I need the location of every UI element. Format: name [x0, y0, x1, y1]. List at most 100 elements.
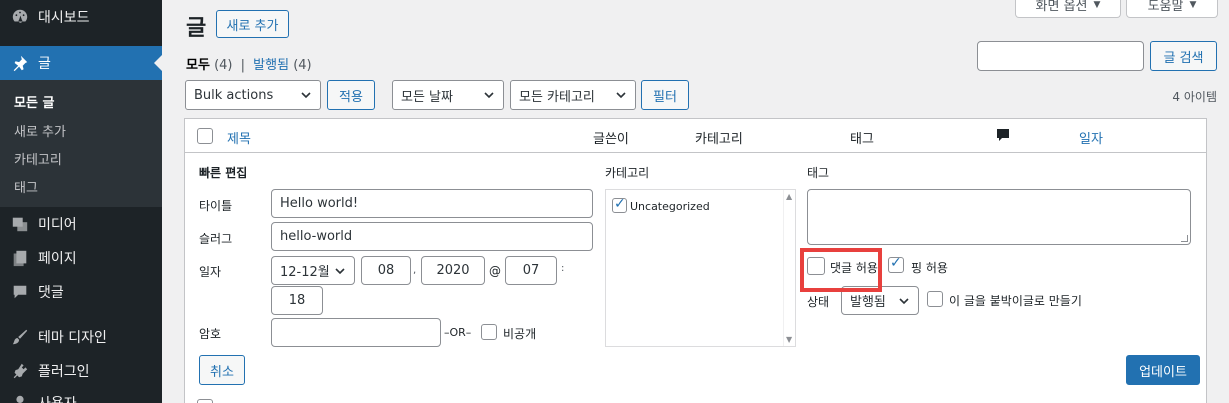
cancel-button[interactable]: 취소 [199, 355, 245, 385]
help-button[interactable]: 도움말 ▼ [1126, 0, 1218, 18]
posts-submenu: 모든 글 새로 추가 카테고리 태그 [0, 80, 162, 207]
title-label: 타이틀 [199, 199, 233, 213]
sidebar-item-comments[interactable]: 댓글 [0, 275, 162, 309]
sticky-checkbox[interactable] [927, 291, 943, 307]
sidebar-label-comments: 댓글 [38, 285, 64, 301]
tags-heading: 태그 [807, 166, 830, 180]
dashboard-icon [10, 7, 30, 27]
post-slug-input[interactable]: hello-world [271, 222, 593, 251]
sidebar-item-posts[interactable]: 글 [0, 46, 162, 80]
search-input[interactable] [977, 41, 1144, 71]
column-author: 글쓴이 [593, 132, 629, 147]
scroll-down-icon[interactable]: ▼ [786, 335, 792, 344]
filter-published[interactable]: 발행됨 [253, 58, 289, 73]
tags-textarea[interactable] [807, 189, 1191, 245]
private-checkbox[interactable] [481, 324, 497, 340]
year-input[interactable]: 2020 [421, 256, 485, 285]
categories-checklist: Uncategorized ▲ ▼ [605, 189, 796, 347]
screen-options-button[interactable]: 화면 옵션 ▼ [1015, 0, 1121, 18]
chevron-down-icon [300, 89, 312, 104]
triangle-down-icon: ▼ [1189, 0, 1197, 10]
scroll-up-icon[interactable]: ▲ [786, 192, 792, 201]
sidebar-label-appearance: 테마 디자인 [38, 330, 107, 346]
time-colon: : [561, 263, 565, 274]
category-checkbox[interactable] [612, 196, 627, 213]
sticky-label: 이 글을 붙박이글로 만들기 [949, 294, 1082, 308]
pushpin-icon [10, 53, 30, 73]
sidebar-item-plugins[interactable]: 플러그인 [0, 354, 162, 388]
quick-edit-heading: 빠른 편집 [199, 166, 248, 180]
submenu-add-new[interactable]: 새로 추가 [14, 121, 66, 140]
sidebar-item-users[interactable]: 사용자 [0, 386, 162, 403]
highlight-annotation-box [800, 248, 882, 292]
search-posts-button[interactable]: 글 검색 [1150, 41, 1217, 71]
table-header: 제목 글쓴이 카테고리 태그 일자 [185, 119, 1206, 153]
post-status-filter: 모두 (4) | 발행됨 (4) [186, 54, 312, 73]
plugin-icon [10, 361, 30, 381]
date-comma: , [413, 265, 417, 276]
filter-all[interactable]: 모두 [186, 58, 210, 73]
chevron-down-icon [483, 89, 495, 104]
bulk-actions-select[interactable]: Bulk actions [185, 80, 321, 110]
media-icon [10, 214, 30, 234]
sidebar-label-posts: 글 [38, 56, 51, 72]
password-label: 암호 [199, 327, 222, 341]
filter-button[interactable]: 필터 [641, 80, 689, 110]
help-label: 도움말 [1147, 0, 1184, 14]
chevron-down-icon [334, 265, 346, 280]
post-title-input[interactable]: Hello world! [271, 189, 593, 218]
date-filter-value: 모든 날짜 [401, 89, 453, 105]
allow-pings-label: 핑 허용 [911, 261, 948, 275]
sidebar-item-appearance[interactable]: 테마 디자인 [0, 320, 162, 354]
month-select[interactable]: 12-12월 [271, 256, 355, 285]
sidebar-item-media[interactable]: 미디어 [0, 207, 162, 241]
bulk-actions-value: Bulk actions [194, 87, 274, 103]
sidebar-label-users: 사용자 [38, 393, 77, 403]
column-date[interactable]: 일자 [1079, 128, 1103, 147]
items-count: 4 아이템 [1172, 90, 1217, 104]
column-categories: 카테고리 [695, 132, 743, 147]
password-input[interactable] [271, 318, 441, 347]
submenu-tags[interactable]: 태그 [14, 177, 38, 196]
category-filter-value: 모든 카테고리 [519, 89, 595, 105]
day-input[interactable]: 08 [361, 256, 411, 285]
categories-scrollbar[interactable]: ▲ ▼ [783, 190, 795, 346]
private-label: 비공개 [503, 327, 537, 341]
apply-button[interactable]: 적용 [327, 80, 375, 110]
status-label: 상태 [807, 295, 830, 309]
status-value: 발행됨 [850, 295, 886, 310]
at-symbol: @ [489, 264, 501, 278]
sidebar-label-dashboard: 대시보드 [38, 10, 90, 26]
comment-icon [10, 282, 30, 302]
sidebar-label-media: 미디어 [38, 217, 77, 233]
categories-heading: 카테고리 [605, 166, 650, 180]
paintbrush-icon [10, 327, 30, 347]
posts-table: 제목 글쓴이 카테고리 태그 일자 빠른 편집 타이틀 Hello world!… [184, 118, 1207, 403]
column-title[interactable]: 제목 [227, 128, 251, 147]
select-all-checkbox[interactable] [197, 128, 213, 144]
chevron-down-icon [615, 89, 627, 104]
date-filter-select[interactable]: 모든 날짜 [392, 80, 504, 110]
comment-bubble-icon[interactable] [995, 127, 1011, 147]
main-content: 화면 옵션 ▼ 도움말 ▼ 글 새로 추가 모두 (4) | 발행됨 (4) 글… [162, 0, 1229, 403]
hour-input[interactable]: 07 [505, 256, 557, 285]
date-label: 일자 [199, 265, 222, 279]
update-button[interactable]: 업데이트 [1126, 355, 1200, 385]
sidebar-item-pages[interactable]: 페이지 [0, 241, 162, 275]
category-filter-select[interactable]: 모든 카테고리 [510, 80, 636, 110]
filter-published-count: (4) [293, 58, 312, 73]
sidebar-item-dashboard[interactable]: 대시보드 [0, 0, 162, 34]
screen-options-label: 화면 옵션 [1035, 0, 1088, 14]
slug-label: 슬러그 [199, 232, 233, 246]
minute-input[interactable]: 18 [271, 286, 323, 315]
submenu-categories[interactable]: 카테고리 [14, 149, 62, 168]
row-checkbox[interactable] [197, 399, 213, 403]
allow-pings-checkbox[interactable] [888, 255, 904, 273]
admin-sidebar: 대시보드 글 모든 글 새로 추가 카테고리 태그 미디어 페이지 댓글 테마 … [0, 0, 162, 403]
submenu-all-posts[interactable]: 모든 글 [14, 92, 54, 111]
category-label: Uncategorized [630, 200, 710, 213]
or-text: –OR– [444, 326, 472, 339]
add-new-post-button[interactable]: 새로 추가 [216, 10, 289, 38]
page-title: 글 [186, 16, 207, 41]
sidebar-label-pages: 페이지 [38, 251, 77, 267]
